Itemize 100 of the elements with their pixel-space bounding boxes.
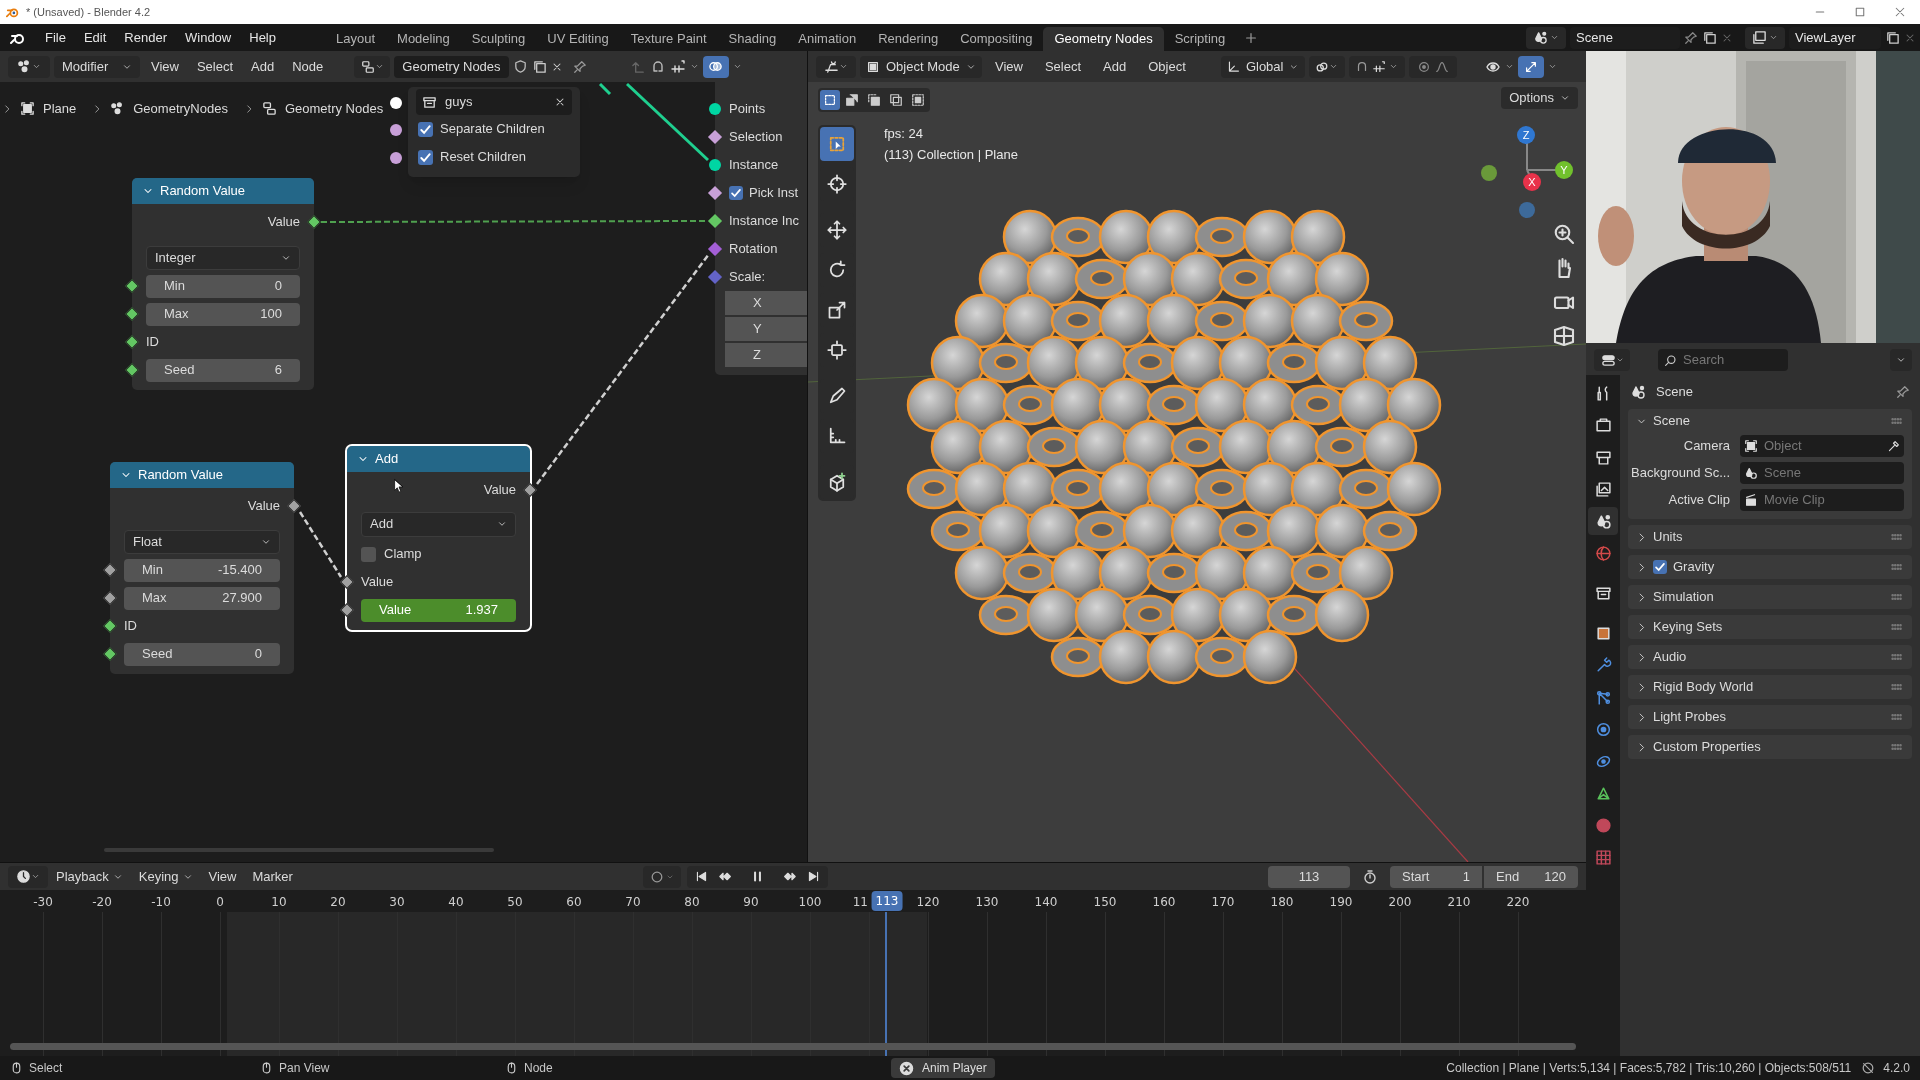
socket-label: ID bbox=[146, 333, 159, 352]
number-field[interactable]: Seed 0 bbox=[124, 642, 280, 666]
workspace-tab[interactable]: UV Editing bbox=[536, 27, 620, 51]
type-dropdown[interactable]: Float bbox=[124, 530, 280, 554]
node-tree-field[interactable]: Geometry Nodes bbox=[394, 55, 509, 78]
menu-item[interactable]: Render bbox=[115, 27, 176, 48]
workspace-tab[interactable]: Layout bbox=[325, 27, 387, 51]
breadcrumb[interactable]: Geometry Nodes bbox=[284, 99, 384, 119]
panel-header[interactable]: Scene bbox=[1628, 409, 1912, 433]
workspace-tab[interactable]: Scripting bbox=[1163, 27, 1237, 51]
menu-item[interactable]: Marker bbox=[244, 866, 301, 887]
orientation-dropdown[interactable]: Global bbox=[1220, 55, 1305, 78]
playhead-badge[interactable]: 113 bbox=[871, 891, 903, 911]
socket-label: Points bbox=[729, 100, 766, 119]
frame-number: 160 bbox=[1152, 894, 1176, 911]
menu-item[interactable]: Add bbox=[1094, 56, 1136, 77]
options-dropdown[interactable]: Options bbox=[1501, 87, 1578, 109]
number-field[interactable]: Min 0 bbox=[146, 274, 300, 298]
number-field[interactable]: Min -15.400 bbox=[124, 558, 280, 582]
status-hint: Pan View bbox=[279, 1060, 330, 1077]
number-field[interactable]: Value 1.937 bbox=[361, 598, 516, 622]
type-dropdown[interactable]: Integer bbox=[146, 246, 300, 270]
menu-item[interactable]: Keying bbox=[130, 866, 201, 887]
panel-header[interactable]: Gravity bbox=[1628, 555, 1912, 579]
frame-number: 190 bbox=[1329, 894, 1353, 911]
frame-field[interactable]: 113 bbox=[1268, 865, 1350, 888]
menu-item[interactable]: Select bbox=[189, 56, 241, 77]
menu-item[interactable]: Add bbox=[244, 56, 282, 77]
number-field[interactable]: Seed 6 bbox=[146, 358, 300, 382]
panel-header[interactable]: Simulation bbox=[1628, 585, 1912, 609]
frame-number: 90 bbox=[743, 894, 759, 911]
node-title: Add bbox=[375, 450, 399, 469]
vector-component-field[interactable]: Z bbox=[725, 343, 807, 367]
name-field[interactable]: guys bbox=[416, 89, 572, 115]
frame-number: 130 bbox=[975, 894, 999, 911]
workspace-tab[interactable]: Shading bbox=[717, 27, 788, 51]
view-layer-field[interactable]: ViewLayer bbox=[1789, 26, 1881, 49]
node[interactable]: Add Value Add Clamp Value Value 1.937 bbox=[347, 446, 530, 630]
breadcrumb[interactable]: GeometryNodes bbox=[133, 99, 228, 119]
operation-dropdown[interactable]: Add bbox=[361, 511, 516, 537]
workspace-tab[interactable]: Rendering bbox=[867, 27, 950, 51]
node[interactable]: Random Value Value Integer Min 0 Max 100 ID Seed 6 bbox=[132, 178, 314, 390]
panel-header[interactable]: Custom Properties bbox=[1628, 735, 1912, 759]
node-header[interactable]: Random Value bbox=[132, 178, 314, 204]
checkbox-label[interactable]: Clamp bbox=[384, 544, 422, 564]
end-frame-field[interactable]: End 120 bbox=[1484, 865, 1578, 888]
field-label: Camera bbox=[1682, 437, 1730, 456]
frame-number: 210 bbox=[1447, 894, 1471, 911]
socket-label: Value bbox=[267, 213, 300, 232]
node-header[interactable]: Random Value bbox=[110, 462, 294, 488]
menu-item[interactable]: Node bbox=[285, 56, 331, 77]
start-frame-field[interactable]: Start 1 bbox=[1390, 865, 1482, 888]
number-field[interactable]: Max 100 bbox=[146, 302, 300, 326]
menu-item[interactable]: Select bbox=[1035, 56, 1091, 77]
mode-dropdown[interactable]: Modifier bbox=[54, 55, 140, 78]
node-title: Random Value bbox=[138, 466, 224, 485]
workspace-tab[interactable]: Compositing bbox=[949, 27, 1044, 51]
number-field[interactable]: Max 27.900 bbox=[124, 586, 280, 610]
node[interactable]: Points Selection Instance Pick Inst Instance Inc Rotation Scale: X Y Z bbox=[715, 82, 807, 375]
node-header[interactable]: Add bbox=[347, 446, 530, 472]
workspace-tab[interactable]: Modeling bbox=[386, 27, 461, 51]
mode-dropdown[interactable]: Object Mode bbox=[860, 55, 982, 78]
search-field[interactable]: Search bbox=[1658, 349, 1788, 371]
vector-component-field[interactable]: X bbox=[725, 291, 807, 315]
workspace-tab[interactable]: Geometry Nodes bbox=[1043, 27, 1164, 51]
node[interactable]: Random Value Value Float Min -15.400 Max 27.900 ID Seed 0 bbox=[110, 462, 294, 674]
panel-header[interactable]: Units bbox=[1628, 525, 1912, 549]
menu-item[interactable]: View bbox=[144, 56, 186, 77]
frame-number: 200 bbox=[1388, 894, 1412, 911]
frame-number: 70 bbox=[625, 894, 641, 911]
frame-number: 20 bbox=[330, 894, 346, 911]
workspace-tab[interactable]: Sculpting bbox=[460, 27, 537, 51]
checkbox-label[interactable]: Separate Children bbox=[440, 119, 545, 139]
id-field[interactable]: Movie Clip bbox=[1740, 489, 1904, 511]
breadcrumb[interactable]: Plane bbox=[43, 99, 77, 119]
menu-item[interactable]: Playback bbox=[48, 866, 131, 887]
id-field[interactable]: Scene bbox=[1740, 462, 1904, 484]
menu-item[interactable]: View bbox=[200, 866, 245, 887]
scene-statistics: Collection | Plane | Verts:5,134 | Faces:5,782 | Tris:10,260 | Objects:508/511 bbox=[1446, 1060, 1852, 1077]
workspace-tab[interactable]: Texture Paint bbox=[619, 27, 718, 51]
workspace-tab[interactable]: Animation bbox=[787, 27, 868, 51]
menu-item[interactable]: Window bbox=[176, 27, 241, 48]
menu-item[interactable]: Edit bbox=[74, 27, 116, 48]
status-badge[interactable]: Anim Player bbox=[891, 1058, 995, 1078]
frame-number: 60 bbox=[566, 894, 582, 911]
id-field[interactable]: Object bbox=[1740, 435, 1904, 457]
menu-item[interactable]: Help bbox=[240, 27, 285, 48]
menu-item[interactable]: View bbox=[986, 56, 1032, 77]
checkbox-label[interactable]: Reset Children bbox=[440, 147, 526, 167]
menu-item[interactable]: Object bbox=[1139, 56, 1195, 77]
menu-item[interactable]: File bbox=[36, 27, 75, 48]
socket-label: Rotation bbox=[729, 240, 778, 259]
panel-header[interactable]: Audio bbox=[1628, 645, 1912, 669]
panel-header[interactable]: Keying Sets bbox=[1628, 615, 1912, 639]
vector-component-field[interactable]: Y bbox=[725, 317, 807, 341]
panel-header[interactable]: Light Probes bbox=[1628, 705, 1912, 729]
socket-label: Value bbox=[361, 573, 394, 592]
panel-header[interactable]: Rigid Body World bbox=[1628, 675, 1912, 699]
scene-field[interactable]: Scene bbox=[1570, 26, 1680, 49]
navigation-gizmo[interactable]: Z Y X bbox=[1473, 124, 1583, 224]
